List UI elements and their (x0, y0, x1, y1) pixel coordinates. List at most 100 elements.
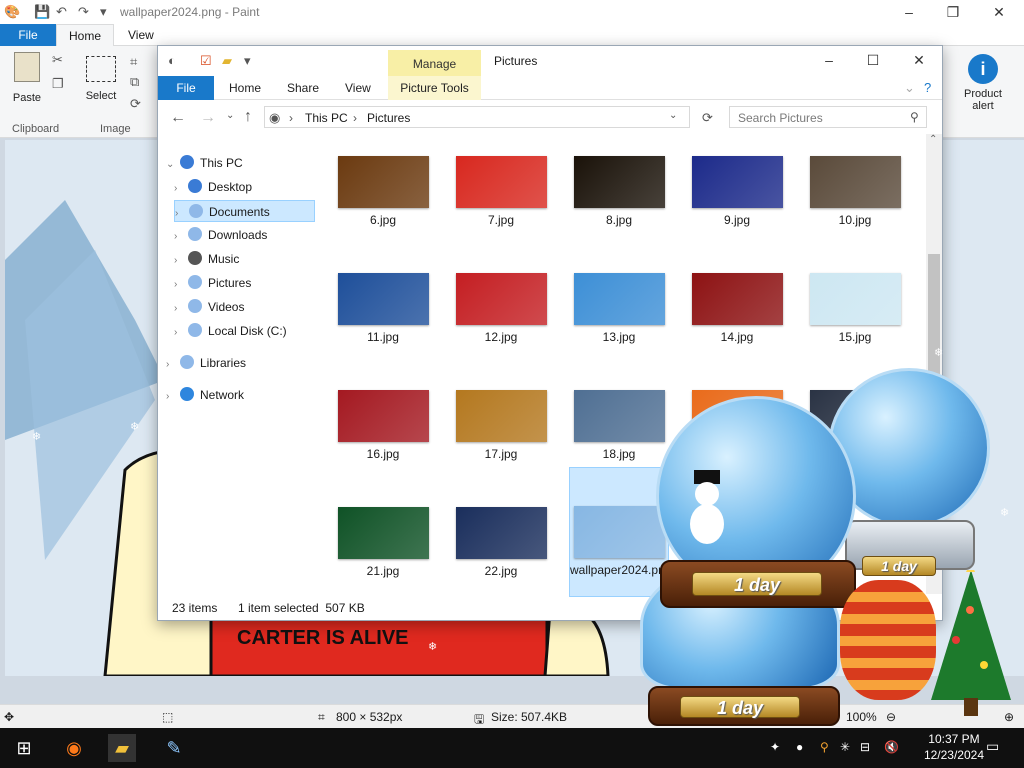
expand-chevron-icon[interactable]: ⌄ (166, 154, 180, 176)
snowflake-icon: ❄ (130, 421, 140, 433)
explorer-title-bar: ◐ ☑ ▰ ▾ Manage Pictures – ☐ ✕ (158, 46, 942, 76)
up-arrow-icon[interactable]: ↑ (244, 108, 252, 126)
explorer-tab-picture-tools[interactable]: Picture Tools (388, 76, 481, 100)
tray-snowflake-icon[interactable]: ✳ (840, 740, 850, 754)
expand-chevron-icon[interactable]: › (166, 386, 180, 408)
copy-icon[interactable]: ❐ (52, 76, 64, 92)
file-item[interactable]: 17.jpg (451, 390, 551, 461)
explorer-tab-home[interactable]: Home (229, 76, 261, 100)
cut-icon[interactable]: ✂ (52, 52, 63, 68)
paint-taskbar-icon[interactable]: ✎ (160, 734, 188, 762)
expand-chevron-icon[interactable]: › (166, 354, 180, 376)
tray-search-icon[interactable]: ⚲ (820, 740, 829, 754)
file-item[interactable]: 11.jpg (333, 273, 433, 344)
address-dropdown-icon[interactable]: ⌄ (669, 110, 677, 121)
redo-icon[interactable]: ↷ (78, 4, 89, 20)
recent-locations-icon[interactable]: ⌄ (226, 110, 234, 121)
file-item[interactable]: 13.jpg (569, 273, 669, 344)
nav-item[interactable]: › Videos (174, 296, 244, 318)
explorer-minimize-button[interactable]: – (806, 50, 852, 70)
expand-chevron-icon[interactable]: › (174, 322, 188, 344)
address-bar[interactable]: ◉ › This PC › Pictures ⌄ (264, 106, 690, 128)
breadcrumb-this-pc[interactable]: This PC (305, 111, 348, 125)
nav-item[interactable]: › Documents (174, 200, 315, 222)
file-explorer-taskbar-icon[interactable]: ▰ (108, 734, 136, 762)
paste-button[interactable]: Paste (10, 52, 44, 104)
cursor-position-icon: ✥ (4, 710, 15, 724)
network-icon[interactable]: ⊟ (860, 740, 870, 754)
manage-tab[interactable]: Manage (388, 50, 481, 76)
resize-icon[interactable]: ⧉ (130, 74, 139, 90)
scroll-up-icon[interactable]: ⌃ (929, 134, 937, 145)
file-item[interactable]: 7.jpg (451, 156, 551, 227)
nav-item[interactable]: › Network (166, 384, 244, 406)
nav-item-label: Desktop (208, 180, 253, 194)
expand-chevron-icon[interactable]: › (174, 226, 188, 248)
save-icon[interactable]: 💾 (34, 4, 50, 20)
nav-item[interactable]: › Local Disk (C:) (174, 320, 287, 342)
paint-close-button[interactable]: ✕ (976, 2, 1022, 22)
new-folder-icon[interactable]: ▰ (222, 53, 232, 69)
file-item[interactable]: 10.jpg (805, 156, 905, 227)
select-label: Select (85, 90, 117, 102)
nav-item[interactable]: ⌄ This PC (166, 152, 243, 174)
tray-droplet-icon[interactable]: ● (796, 740, 803, 754)
breadcrumb-pictures[interactable]: Pictures (367, 111, 410, 125)
file-item[interactable]: 9.jpg (687, 156, 787, 227)
nav-item[interactable]: › Desktop (174, 176, 252, 198)
product-alert-button[interactable]: i Product alert (956, 54, 1010, 112)
explorer-tab-view[interactable]: View (345, 76, 371, 100)
file-item[interactable]: 8.jpg (569, 156, 669, 227)
undo-icon[interactable]: ↶ (56, 4, 67, 20)
file-item[interactable]: 16.jpg (333, 390, 433, 461)
expand-chevron-icon[interactable]: › (174, 298, 188, 320)
firefox-icon[interactable]: ◉ (60, 734, 88, 762)
expand-chevron-icon[interactable]: › (175, 203, 189, 225)
expand-chevron-icon[interactable]: › (174, 274, 188, 296)
file-item[interactable]: 15.jpg (805, 273, 905, 344)
explorer-close-button[interactable]: ✕ (896, 50, 942, 70)
expand-ribbon-icon[interactable]: ⌄ (904, 80, 915, 96)
quick-access-dropdown-icon[interactable]: ▾ (244, 53, 251, 69)
nav-item[interactable]: › Downloads (174, 224, 267, 246)
back-arrow-icon[interactable]: ← (170, 109, 186, 127)
explorer-tab-share[interactable]: Share (287, 76, 319, 100)
paint-minimize-button[interactable]: – (886, 2, 932, 22)
file-item[interactable]: 12.jpg (451, 273, 551, 344)
taskbar-clock[interactable]: 10:37 PM 12/23/2024 (924, 731, 984, 763)
disk-icon (188, 323, 202, 337)
forward-arrow-icon[interactable]: → (200, 109, 216, 127)
search-box[interactable]: Search Pictures ⚲ (729, 106, 927, 128)
paint-tab-file[interactable]: File (0, 24, 56, 46)
rotate-icon[interactable]: ⟳ (130, 96, 141, 112)
expand-chevron-icon[interactable]: › (174, 178, 188, 200)
tray-app-icon[interactable]: ✦ (770, 740, 780, 754)
nav-item[interactable]: › Music (174, 248, 239, 270)
properties-icon[interactable]: ☑ (200, 53, 212, 69)
file-item[interactable]: 22.jpg (451, 507, 551, 578)
file-name: 10.jpg (838, 213, 872, 227)
explorer-help-icon[interactable]: ? (924, 80, 931, 95)
paint-maximize-button[interactable]: ❐ (930, 2, 976, 22)
explorer-tab-file[interactable]: File (158, 76, 214, 100)
explorer-maximize-button[interactable]: ☐ (850, 50, 896, 70)
refresh-icon[interactable]: ⟳ (702, 110, 713, 126)
paint-tab-view[interactable]: View (116, 24, 166, 46)
nav-item[interactable]: › Libraries (166, 352, 246, 374)
search-input[interactable]: Search Pictures (738, 111, 823, 125)
nav-item[interactable]: › Pictures (174, 272, 251, 294)
paint-title-bar: 🎨 💾 ↶ ↷ ▾ wallpaper2024.png - Paint – ❐ … (0, 0, 1024, 24)
search-icon[interactable]: ⚲ (910, 110, 919, 124)
expand-chevron-icon[interactable]: › (174, 250, 188, 272)
quick-access-dropdown-icon[interactable]: ▾ (100, 4, 107, 20)
file-item[interactable]: 21.jpg (333, 507, 433, 578)
volume-muted-icon[interactable]: 🔇 (884, 740, 899, 754)
start-windows-icon[interactable]: ⊞ (10, 734, 38, 762)
notifications-icon[interactable]: ▭ (986, 738, 999, 755)
file-item[interactable]: 14.jpg (687, 273, 787, 344)
select-button[interactable]: Select (84, 56, 118, 102)
file-item[interactable]: 6.jpg (333, 156, 433, 227)
paint-tab-home[interactable]: Home (56, 24, 115, 46)
image-dimensions: 800 × 532px (336, 710, 403, 724)
crop-icon[interactable]: ⌗ (130, 54, 137, 70)
